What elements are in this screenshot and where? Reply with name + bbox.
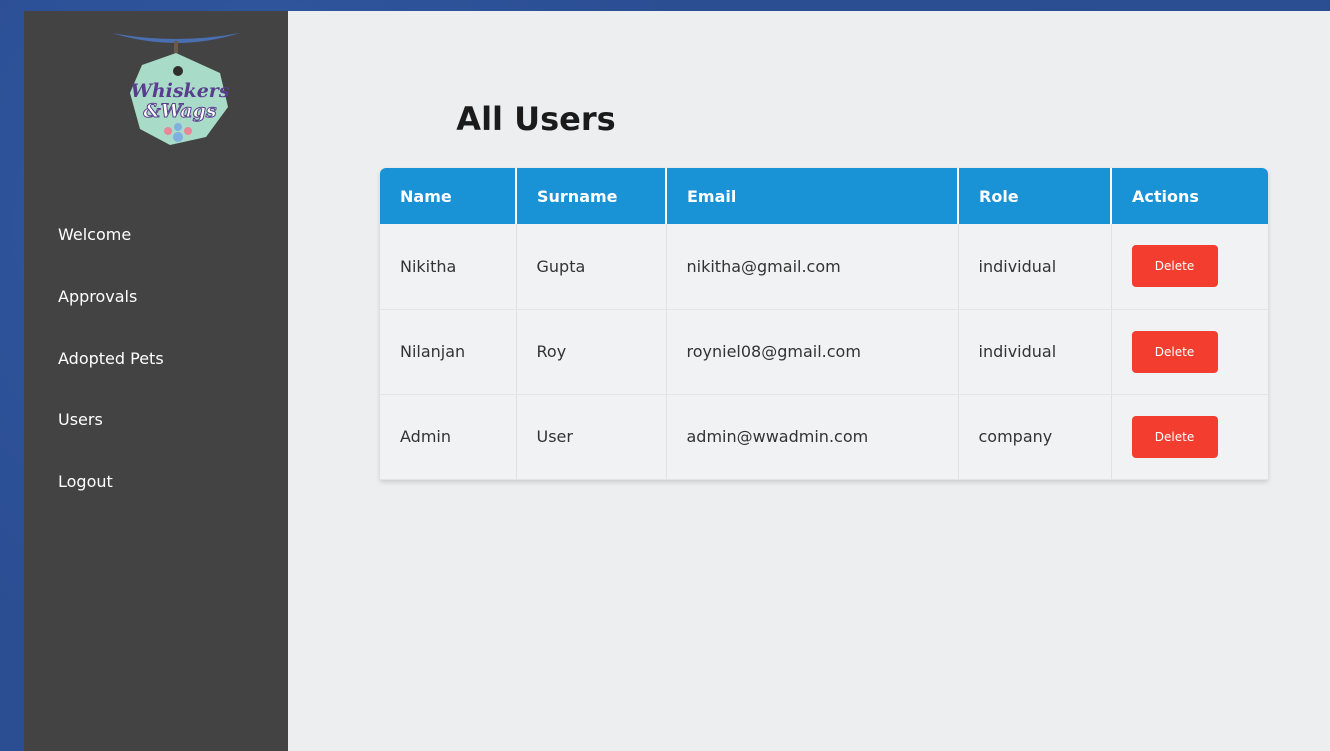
cell-name: Nikitha bbox=[380, 224, 517, 310]
cell-surname: Roy bbox=[516, 309, 667, 395]
delete-button[interactable]: Delete bbox=[1131, 415, 1218, 458]
page-title: All Users bbox=[456, 100, 616, 138]
sidebar-item-welcome[interactable]: Welcome bbox=[58, 225, 131, 244]
cell-role: individual bbox=[958, 309, 1112, 395]
column-header-name: Name bbox=[380, 168, 517, 224]
sidebar-item-adopted-pets[interactable]: Adopted Pets bbox=[58, 349, 164, 368]
cell-email: admin@wwadmin.com bbox=[666, 394, 959, 480]
cell-name: Nilanjan bbox=[380, 309, 517, 395]
cell-actions: Delete bbox=[1111, 224, 1268, 310]
cell-actions: Delete bbox=[1111, 394, 1268, 480]
cell-email: nikitha@gmail.com bbox=[666, 224, 959, 310]
table-row: Nikitha Gupta nikitha@gmail.com individu… bbox=[380, 224, 1268, 310]
delete-button[interactable]: Delete bbox=[1131, 245, 1218, 288]
column-header-email: Email bbox=[666, 168, 959, 224]
users-table: Name Surname Email Role Actions Nikitha … bbox=[380, 168, 1268, 480]
table-header-row: Name Surname Email Role Actions bbox=[380, 168, 1268, 224]
cell-actions: Delete bbox=[1111, 309, 1268, 395]
delete-button[interactable]: Delete bbox=[1131, 330, 1218, 373]
sidebar-item-users[interactable]: Users bbox=[58, 410, 103, 429]
cell-name: Admin bbox=[380, 394, 517, 480]
column-header-surname: Surname bbox=[516, 168, 667, 224]
sidebar-item-logout[interactable]: Logout bbox=[58, 472, 113, 491]
sidebar-item-approvals[interactable]: Approvals bbox=[58, 287, 137, 306]
logo-text-line1: Whiskers bbox=[130, 80, 229, 102]
cell-role: individual bbox=[958, 224, 1112, 310]
column-header-actions: Actions bbox=[1111, 168, 1268, 224]
column-header-role: Role bbox=[958, 168, 1112, 224]
cell-surname: Gupta bbox=[516, 224, 667, 310]
table-row: Nilanjan Roy royniel08@gmail.com individ… bbox=[380, 309, 1268, 395]
cell-email: royniel08@gmail.com bbox=[666, 309, 959, 395]
cell-role: company bbox=[958, 394, 1112, 480]
cell-surname: User bbox=[516, 394, 667, 480]
users-table-container: Name Surname Email Role Actions Nikitha … bbox=[380, 168, 1268, 480]
table-row: Admin User admin@wwadmin.com company Del… bbox=[380, 394, 1268, 480]
